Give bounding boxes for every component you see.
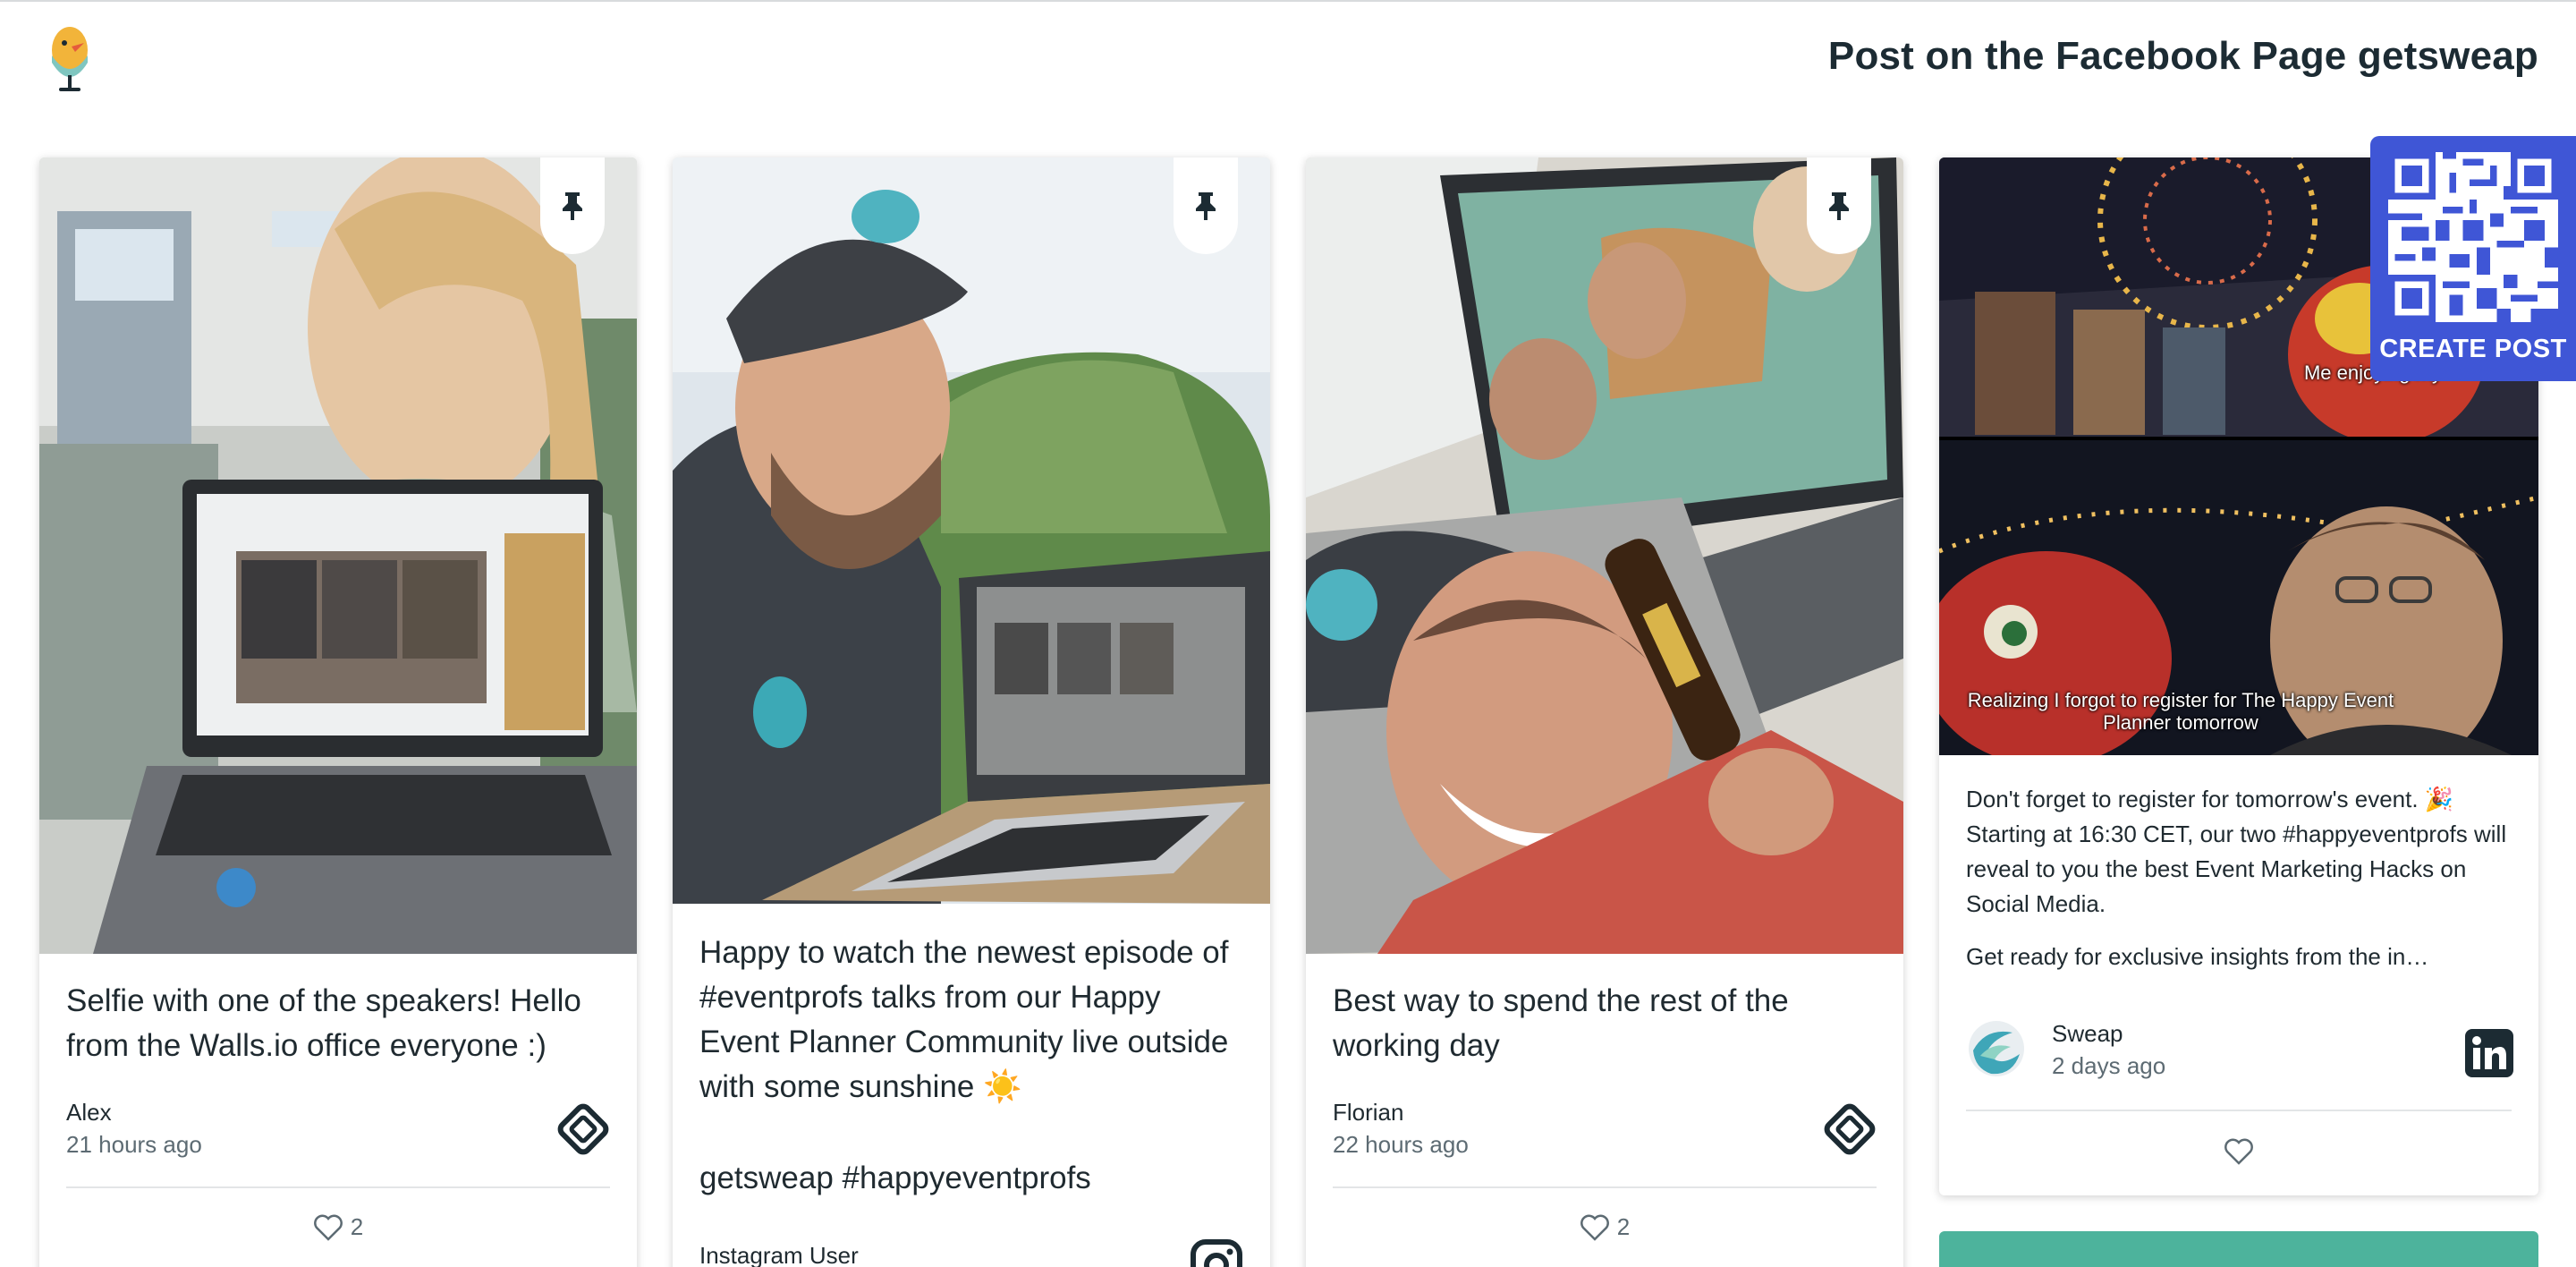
- instagram-icon[interactable]: [1188, 1237, 1245, 1267]
- heart-icon: [2224, 1138, 2253, 1165]
- create-post-label: CREATE POST: [2379, 335, 2567, 363]
- like-count: 2: [1616, 1213, 1631, 1240]
- meme-bottom-text: Realizing I forgot to register for The H…: [1967, 689, 2394, 734]
- like-button[interactable]: 2: [39, 1213, 637, 1241]
- post-card[interactable]: Happy to watch the newest episode of #ev…: [673, 157, 1270, 1267]
- post-card[interactable]: Selfie with one of the speakers! Hello f…: [39, 157, 637, 1267]
- like-button[interactable]: [1939, 1138, 2538, 1165]
- card-divider: [66, 1186, 610, 1188]
- avatar: [1969, 1021, 2024, 1076]
- post-caption: Selfie with one of the speakers! Hello f…: [66, 983, 581, 1063]
- post-author: Alex: [66, 1099, 112, 1126]
- sweap-logo: [52, 27, 88, 91]
- post-image[interactable]: [1306, 157, 1903, 954]
- post-author: Sweap: [2052, 1020, 2123, 1047]
- walls-io-icon[interactable]: [555, 1101, 612, 1158]
- like-button[interactable]: 2: [1306, 1213, 1903, 1241]
- post-time: 2 days ago: [2052, 1052, 2166, 1079]
- post-image[interactable]: [673, 157, 1270, 904]
- post-author: Instagram User: [699, 1242, 859, 1267]
- post-caption: Best way to spend the rest of the workin…: [1333, 983, 1789, 1063]
- page-title: Post on the Facebook Page getsweap: [1827, 34, 2538, 78]
- top-border: [0, 0, 2576, 2]
- post-caption: Happy to watch the newest episode of #ev…: [699, 935, 1229, 1104]
- like-count: 2: [350, 1213, 364, 1240]
- post-time: 22 hours ago: [1333, 1131, 1469, 1158]
- pin-icon: [1196, 192, 1216, 220]
- pin-badge[interactable]: [1807, 157, 1871, 254]
- heart-icon: [313, 1214, 343, 1241]
- pin-badge[interactable]: [1174, 157, 1238, 254]
- post-card[interactable]: Best way to spend the rest of the workin…: [1306, 157, 1903, 1267]
- card-divider: [1333, 1186, 1877, 1188]
- qr-code-icon: [2388, 152, 2558, 322]
- post-image[interactable]: [39, 157, 637, 954]
- post-author: Florian: [1333, 1099, 1404, 1126]
- next-card-preview: [1939, 1231, 2538, 1267]
- pin-icon: [1829, 192, 1849, 220]
- pin-badge[interactable]: [540, 157, 605, 254]
- create-post-button[interactable]: CREATE POST: [2370, 136, 2576, 381]
- card-divider: [1966, 1110, 2512, 1111]
- post-hashtags: getsweap #happyeventprofs: [699, 1161, 1091, 1195]
- post-body-more: Get ready for exclusive insights from th…: [1966, 943, 2429, 970]
- linkedin-icon[interactable]: [2465, 1029, 2513, 1077]
- pin-icon: [563, 192, 582, 220]
- post-body: Don't forget to register for tomorrow's …: [1966, 786, 2507, 917]
- walls-io-icon[interactable]: [1821, 1101, 1878, 1158]
- heart-icon: [1580, 1214, 1609, 1241]
- post-time: 21 hours ago: [66, 1131, 202, 1158]
